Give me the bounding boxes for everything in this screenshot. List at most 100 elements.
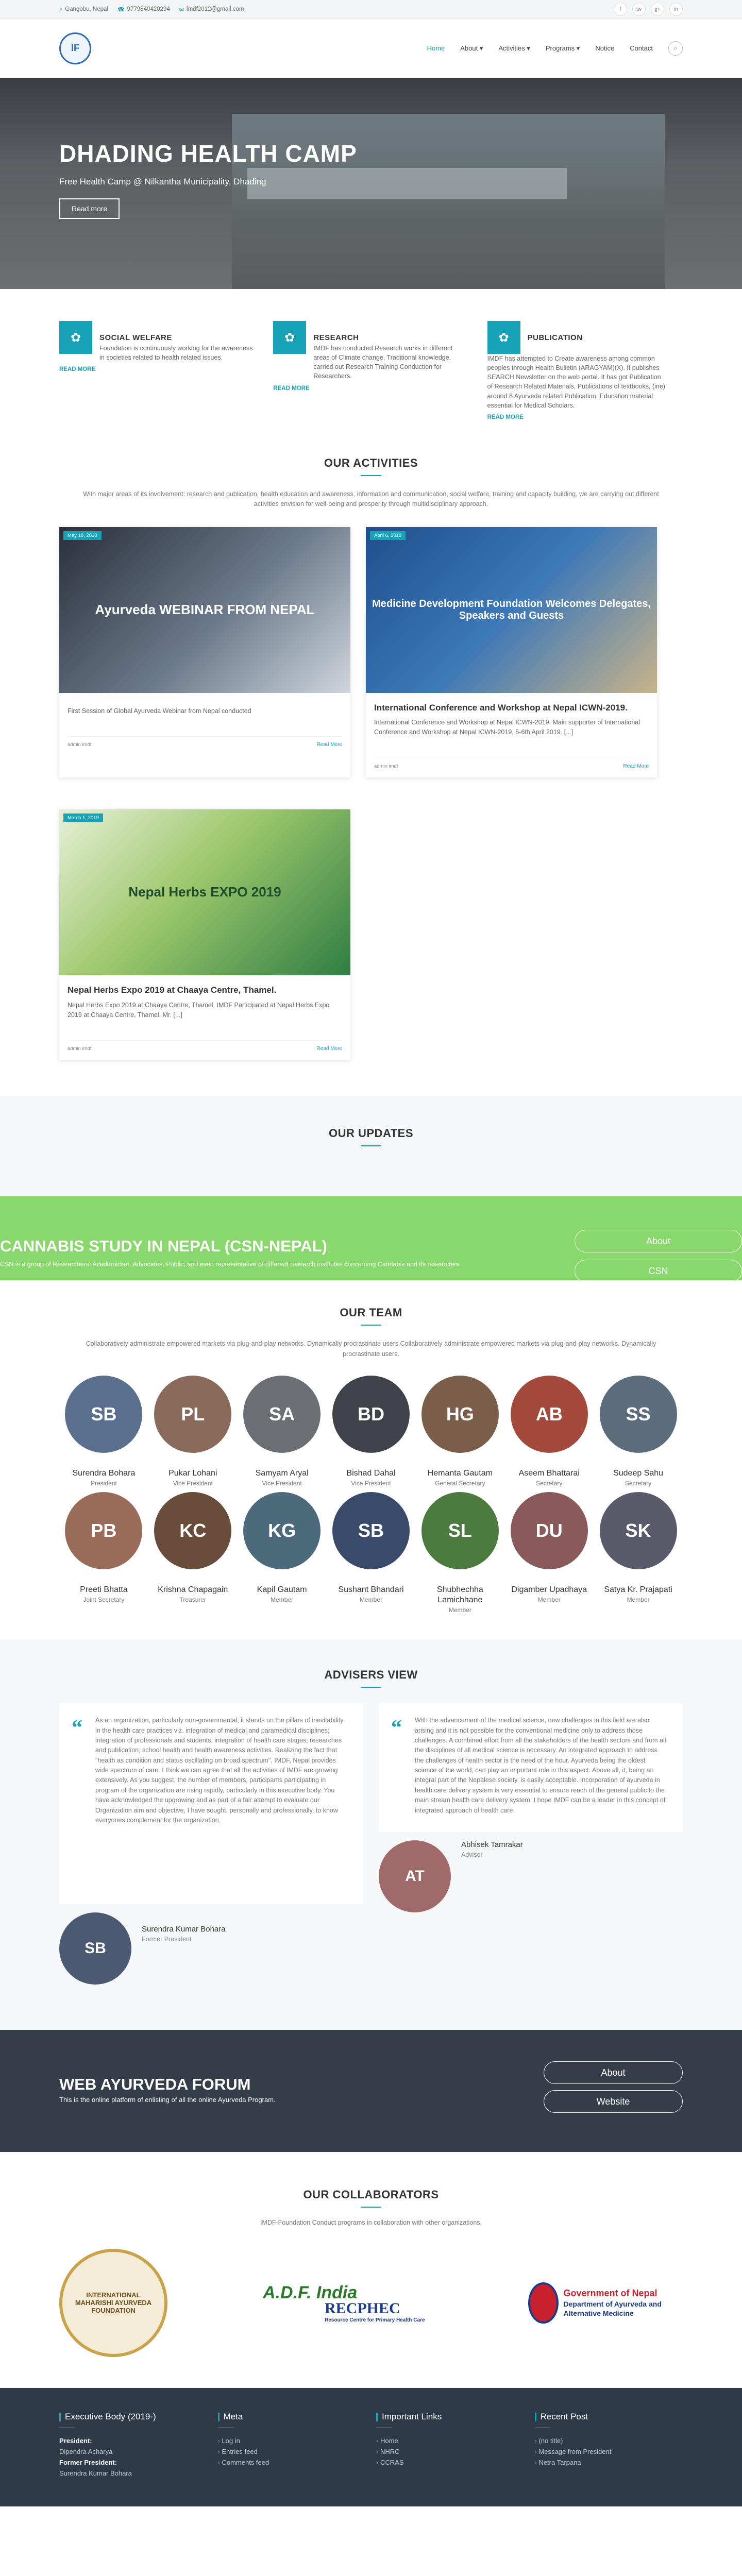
- adviser-quote: “With the advancement of the medical sci…: [379, 1703, 683, 1833]
- website-button[interactable]: Website: [544, 2090, 683, 2113]
- footer-link[interactable]: Comments feed: [218, 2459, 366, 2466]
- footer-link[interactable]: Home: [376, 2437, 525, 2445]
- post-title[interactable]: International Conference and Workshop at…: [374, 702, 649, 714]
- member-name: Shubhechha Lamichhane: [436, 1585, 483, 1605]
- footer-link[interactable]: Netra Tarpana: [535, 2459, 683, 2466]
- features-section: ✿ SOCIAL WELFARE Foundation is continuous…: [0, 289, 742, 456]
- post-excerpt: Nepal Herbs Expo 2019 at Chaaya Centre, …: [68, 1001, 330, 1019]
- member-photo: DU: [510, 1492, 588, 1570]
- nav-about[interactable]: About ▾: [460, 44, 483, 53]
- nav-activities[interactable]: Activities ▾: [498, 44, 530, 53]
- government-nepal-logo[interactable]: Government of Nepal Department of Ayurved…: [528, 2259, 683, 2347]
- post-excerpt: International Conference and Workshop at…: [374, 719, 640, 736]
- feature-text: Foundation is continuously working for t…: [99, 345, 253, 362]
- team-member: DU Digamber Upadhaya Member: [504, 1492, 594, 1614]
- footer-important-links: Important Links Home NHRC CCRAS: [376, 2412, 525, 2480]
- forum-banner: WEB AYURVEDA FORUM This is the online pl…: [0, 2030, 742, 2153]
- section-title: OUR ACTIVITIES: [324, 456, 418, 469]
- member-role: Secretary: [625, 1480, 652, 1487]
- hero-read-more-button[interactable]: Read more: [59, 198, 120, 219]
- section-subtitle: With major areas of its involvement: res…: [83, 490, 659, 508]
- member-name: Samyam Aryal: [255, 1469, 309, 1478]
- publication-icon: ✿: [487, 321, 520, 354]
- footer-link[interactable]: Message from President: [535, 2448, 683, 2455]
- maharishi-foundation-logo[interactable]: INTERNATIONAL MAHARISHI AYURVEDA FOUNDAT…: [59, 2248, 167, 2357]
- social-links: f tw g+ in: [614, 3, 683, 16]
- member-name: Pukar Lohani: [168, 1469, 217, 1478]
- nav-programs[interactable]: Programs ▾: [546, 44, 580, 53]
- phone-icon: ☎: [117, 6, 125, 13]
- activity-image[interactable]: April 6, 2019 Medicine Development Found…: [366, 527, 657, 693]
- read-more-link[interactable]: READ MORE: [273, 385, 468, 392]
- title-underline: [361, 474, 381, 476]
- email[interactable]: ✉ imdf2012@gmail.com: [179, 6, 244, 13]
- nav-contact[interactable]: Contact: [630, 44, 653, 52]
- title-underline: [361, 2207, 381, 2208]
- read-more-link[interactable]: Read More: [317, 742, 342, 748]
- member-photo: SB: [65, 1376, 143, 1453]
- activity-card[interactable]: March 1, 2019 Nepal Herbs EXPO 2019 Nepa…: [59, 809, 350, 1060]
- facebook-icon[interactable]: f: [614, 3, 627, 16]
- hero-title: DHADING HEALTH CAMP: [59, 140, 357, 167]
- adf-recphec-logo[interactable]: A.D.F. India RECPHEC Resource Centre for…: [263, 2259, 433, 2347]
- image-caption: Nepal Herbs EXPO 2019: [128, 884, 281, 900]
- feature-publication: ✿ PUBLICATION IMDF has attempted to Creat…: [487, 321, 683, 420]
- twitter-icon[interactable]: tw: [632, 3, 646, 16]
- footer-link[interactable]: NHRC: [376, 2448, 525, 2455]
- read-more-link[interactable]: READ MORE: [59, 366, 255, 372]
- adviser-card: “With the advancement of the medical sci…: [379, 1703, 683, 1985]
- member-role: Member: [448, 1606, 471, 1614]
- footer-link[interactable]: Entries feed: [218, 2448, 366, 2455]
- member-role: Treasurer: [179, 1596, 207, 1604]
- quote-icon: “: [72, 1716, 82, 1740]
- location-icon: ⌖: [59, 6, 63, 12]
- google-plus-icon[interactable]: g+: [651, 3, 664, 16]
- read-more-link[interactable]: Read More: [623, 764, 649, 769]
- member-role: Member: [271, 1596, 294, 1604]
- advisers-section: ADVISERS VIEW “As an organization, parti…: [0, 1639, 742, 2030]
- main-nav: Home About ▾ Activities ▾ Programs ▾ Not…: [427, 41, 683, 56]
- activity-image[interactable]: May 18, 2020 Ayurveda WEBINAR FROM NEPAL: [59, 527, 350, 693]
- quote-icon: “: [391, 1716, 402, 1740]
- member-name: Kapil Gautam: [257, 1585, 307, 1595]
- title-underline: [361, 1325, 381, 1326]
- post-title[interactable]: Nepal Herbs Expo 2019 at Chaaya Centre, …: [68, 985, 342, 996]
- footer-link[interactable]: CCRAS: [376, 2459, 525, 2466]
- section-title: ADVISERS VIEW: [324, 1668, 418, 1682]
- team-member: KG Kapil Gautam Member: [238, 1492, 327, 1614]
- read-more-link[interactable]: Read More: [317, 1046, 342, 1052]
- team-member: AB Aseem Bhattarai Secretary: [504, 1376, 594, 1487]
- nav-notice[interactable]: Notice: [595, 44, 614, 52]
- member-name: Surendra Bohara: [72, 1469, 136, 1478]
- search-icon[interactable]: ⌕: [668, 41, 683, 56]
- activity-card[interactable]: May 18, 2020 Ayurveda WEBINAR FROM NEPAL…: [59, 527, 350, 777]
- activity-card[interactable]: April 6, 2019 Medicine Development Found…: [366, 527, 657, 777]
- banner-text: This is the online platform of enlisting…: [59, 2096, 276, 2104]
- team-member: SS Sudeep Sahu Secretary: [594, 1376, 683, 1487]
- feature-text: IMDF has conducted Research works in dif…: [313, 345, 453, 380]
- member-photo: KC: [154, 1492, 232, 1570]
- read-more-link[interactable]: READ MORE: [487, 414, 683, 420]
- linkedin-icon[interactable]: in: [669, 3, 683, 16]
- feature-text: IMDF has attempted to Create awareness a…: [487, 355, 665, 409]
- chevron-down-icon: ▾: [479, 44, 483, 52]
- footer-link[interactable]: Log in: [218, 2437, 366, 2445]
- about-button[interactable]: About: [575, 1230, 742, 1253]
- phone[interactable]: ☎ 9779840420294: [117, 6, 170, 13]
- nav-home[interactable]: Home: [427, 44, 445, 52]
- title-underline: [361, 1145, 381, 1147]
- csn-button[interactable]: CSN: [575, 1260, 742, 1283]
- post-author: admin imdf: [68, 742, 92, 748]
- activities-section: OUR ACTIVITIES With major areas of its i…: [0, 456, 742, 1096]
- footer-link[interactable]: (no title): [535, 2437, 683, 2445]
- activity-image[interactable]: March 1, 2019 Nepal Herbs EXPO 2019: [59, 809, 350, 975]
- banner-text: CSN is a group of Researchers, Academici…: [0, 1261, 461, 1268]
- section-title: OUR UPDATES: [329, 1127, 413, 1140]
- member-role: Vice President: [351, 1480, 391, 1487]
- member-role: President: [91, 1480, 117, 1487]
- adviser-card: “As an organization, particularly non-go…: [59, 1703, 363, 1985]
- about-button[interactable]: About: [544, 2061, 683, 2084]
- team-member: BD Bishad Dahal Vice President: [327, 1376, 416, 1487]
- site-logo[interactable]: IF: [59, 32, 91, 64]
- member-name: Bishad Dahal: [346, 1469, 396, 1478]
